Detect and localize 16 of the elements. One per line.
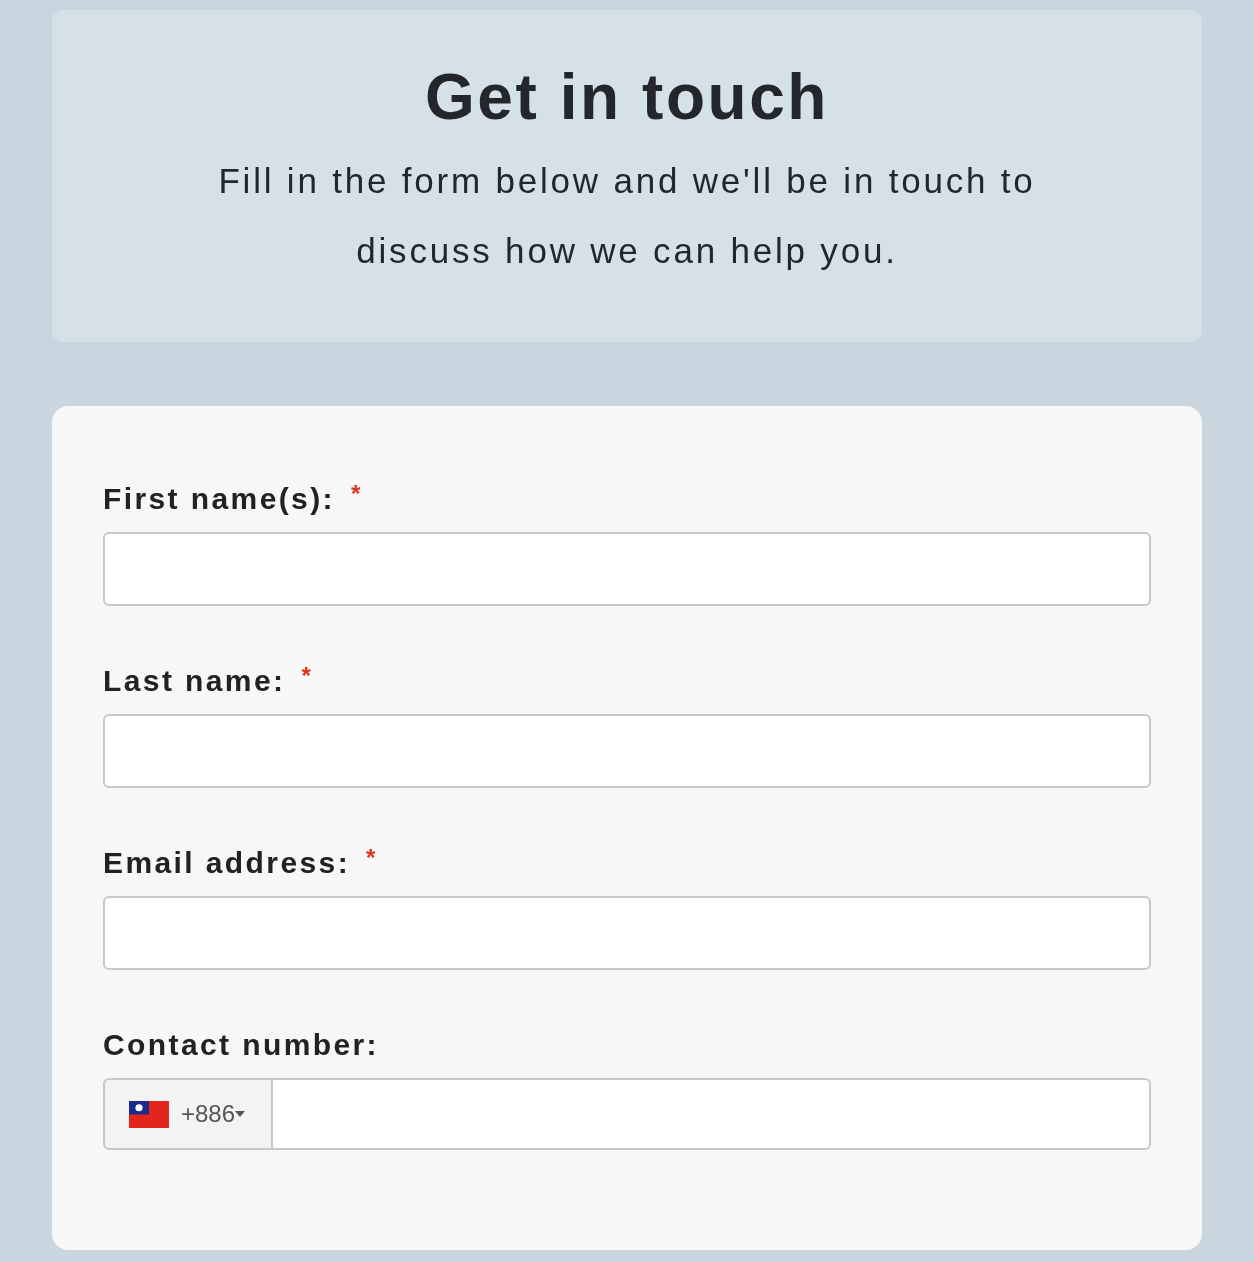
field-label: First name(s): xyxy=(103,481,335,517)
required-mark: * xyxy=(301,661,311,691)
page-subtitle: Fill in the form below and we'll be in touch to discuss how we can help you. xyxy=(217,160,1037,272)
required-mark: * xyxy=(351,479,361,509)
phone-input-field[interactable] xyxy=(273,1078,1151,1150)
page-title: Get in touch xyxy=(424,62,829,132)
country-code-button[interactable]: +886 xyxy=(103,1078,273,1150)
field-label: Last name: xyxy=(103,663,286,699)
caret-icon xyxy=(235,1111,246,1117)
field-label: Email address: xyxy=(103,845,351,881)
flag-icon xyxy=(129,1100,169,1128)
required-mark: * xyxy=(366,843,376,873)
input-field[interactable] xyxy=(103,714,1151,788)
input-field[interactable] xyxy=(103,896,1151,970)
field-label: Contact number: xyxy=(103,1027,379,1063)
input-field[interactable] xyxy=(103,532,1151,606)
